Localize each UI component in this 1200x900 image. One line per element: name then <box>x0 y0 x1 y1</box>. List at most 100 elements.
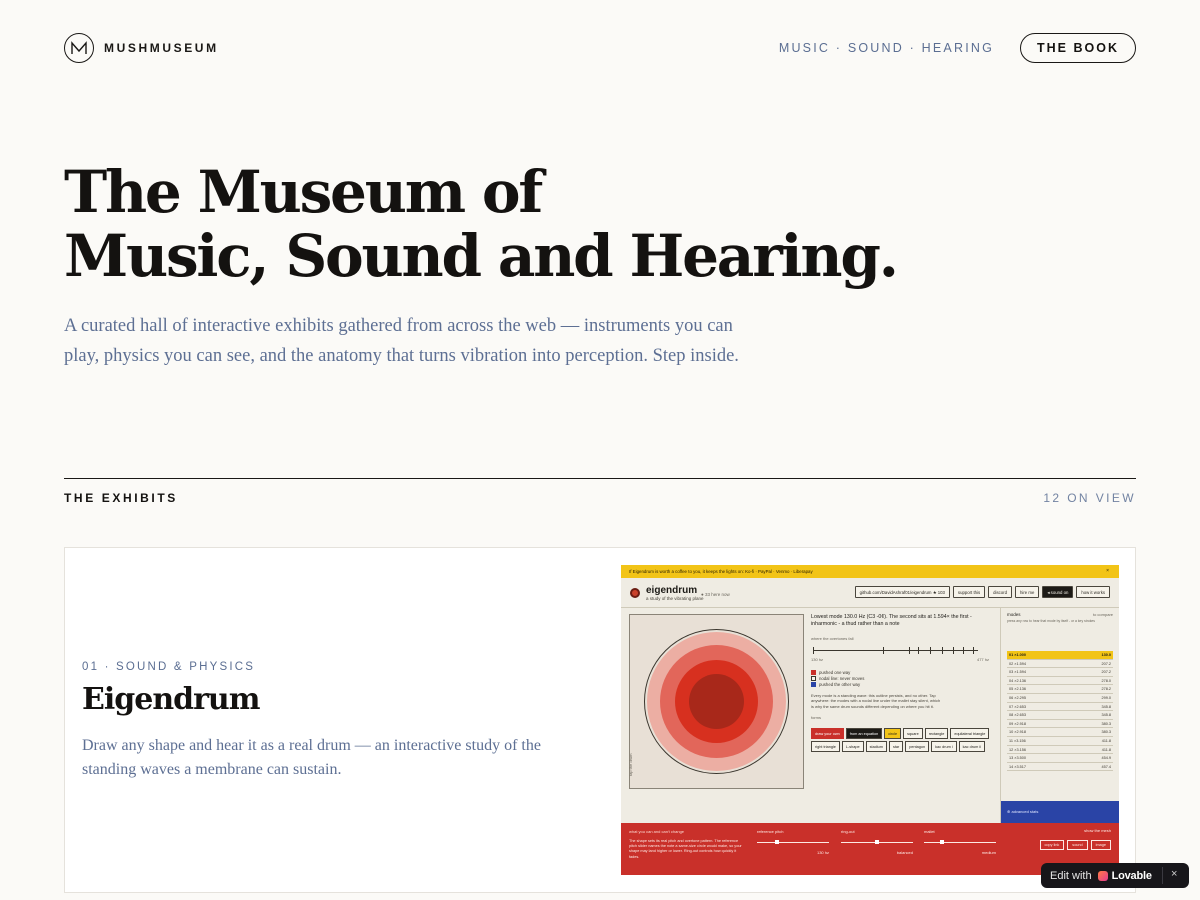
controls-text: The shape sets its real pitch and overto… <box>629 839 742 859</box>
mode-frequency: 278.0 <box>1101 678 1111 683</box>
mode-index-ratio: 10 ×2.918 <box>1009 730 1026 735</box>
mode-frequency: 411.8 <box>1101 738 1111 743</box>
preview-btn: support this <box>952 586 986 598</box>
exhibit-preview-image[interactable]: If Eigendrum is worth a coffee to you, i… <box>621 565 1119 875</box>
edit-with-label[interactable]: Edit with <box>1050 870 1092 882</box>
ruler-tick <box>918 647 919 654</box>
shape-button: equilateral triangle <box>950 727 990 739</box>
edit-with-lovable-badge[interactable]: Edit with Lovable × <box>1041 863 1189 888</box>
ruler-tick <box>973 647 974 654</box>
mode-index-ratio: 14 ×3.517 <box>1009 764 1026 769</box>
exhibit-eyebrow: 01 · SOUND & PHYSICS <box>82 661 256 673</box>
preview-app-subtitle: a study of the vibrating plane <box>646 596 704 601</box>
overtones-label: where the overtones fall <box>811 636 854 641</box>
modes-title: modes <box>1007 612 1021 617</box>
ruler-tick <box>930 647 931 654</box>
preview-drum-canvas: tap the drum <box>628 614 804 789</box>
mode-index-ratio: 09 ×2.918 <box>1009 721 1026 726</box>
ruler-tick <box>813 647 814 654</box>
preview-headline: Lowest mode 130.0 Hz (C3 -0¢). The secon… <box>811 614 972 627</box>
advanced-stats: ⊕ advanced stats <box>1001 801 1119 823</box>
mode-row: 07 ×2.653 345.8 <box>1007 703 1113 712</box>
mode-frequency: 345.8 <box>1101 704 1111 709</box>
preview-btn: discord <box>988 586 1012 598</box>
mode-index-ratio: 13 ×3.500 <box>1009 756 1026 761</box>
image-export-button: image <box>1090 840 1111 850</box>
legend-label: nodal line: never moves <box>819 676 865 681</box>
preview-legend: pushed one way nodal line: never moves p… <box>811 670 996 688</box>
preview-logo-icon <box>630 588 640 598</box>
legend-item: pushed the other way <box>811 682 996 688</box>
preview-banner-close-icon: × <box>1106 568 1109 574</box>
exhibits-label: THE EXHIBITS <box>64 491 178 505</box>
mode-index-ratio: 07 ×2.653 <box>1009 704 1026 709</box>
page-title-line-2: Music, Sound and Hearing. <box>64 222 899 290</box>
shape-button: L-shape <box>841 740 864 752</box>
exhibit-title[interactable]: Eigendrum <box>82 682 260 717</box>
ruler-tick <box>963 647 964 654</box>
mode-row: 08 ×2.653 345.8 <box>1007 711 1113 720</box>
lovable-brand[interactable]: Lovable <box>1112 870 1152 882</box>
shape-button: kac drum i <box>931 740 957 752</box>
mode-index-ratio: 12 ×3.156 <box>1009 747 1026 752</box>
preview-here-now: ● 33 here now <box>701 592 730 597</box>
legend-label: pushed one way <box>819 670 851 675</box>
slider-ring-out: ring-out balanced <box>841 829 913 859</box>
exhibits-header: THE EXHIBITS 12 ON VIEW <box>64 491 1136 505</box>
site-header: MUSHMUSEUM MUSIC · SOUND · HEARING THE B… <box>64 33 1136 63</box>
copy-link-button: copy link <box>1039 840 1065 850</box>
slider-track <box>924 842 996 843</box>
mode-row: 13 ×3.500 454.9 <box>1007 754 1113 763</box>
mode-frequency: 380.3 <box>1101 721 1111 726</box>
mode-frequency: 130.0 <box>1101 653 1111 657</box>
shape-button: stadium <box>865 740 887 752</box>
museum-logo-icon[interactable] <box>64 33 94 63</box>
modes-compare: to compare <box>1092 612 1113 617</box>
ruler-tick <box>883 647 884 654</box>
close-icon[interactable]: × <box>1171 868 1177 880</box>
canvas-label: tap the drum <box>628 753 633 776</box>
page-title: The Museum of Music, Sound and Hearing. <box>64 160 964 288</box>
exhibit-card-eigendrum[interactable]: 01 · SOUND & PHYSICS Eigendrum Draw any … <box>64 547 1136 893</box>
mode-row: 03 ×1.594 207.2 <box>1007 668 1113 677</box>
mode-index-ratio: 01 ×1.000 <box>1009 653 1026 657</box>
mode-frequency: 457.4 <box>1101 764 1111 769</box>
mode-index-ratio: 11 ×3.156 <box>1009 738 1026 743</box>
shape-button: kac drum ii <box>958 740 985 752</box>
preview-toolbar: eigendrum a study of the vibrating plane… <box>621 578 1119 608</box>
shape-button: right triangle <box>811 740 840 752</box>
slider-knob <box>775 840 779 844</box>
mode-row: 14 ×3.517 457.4 <box>1007 763 1113 772</box>
mode-frequency: 278.2 <box>1101 687 1111 692</box>
mode-frequency: 345.8 <box>1101 713 1111 718</box>
legend-label: pushed the other way <box>819 682 861 687</box>
preview-btn: ◂ sound on <box>1042 586 1074 598</box>
mode-index-ratio: 02 ×1.594 <box>1009 661 1026 666</box>
slider-label: reference pitch <box>757 829 784 834</box>
preview-btn: github.com/DavidAshraf01/eigendrum ★ 103 <box>854 586 950 598</box>
preview-banner-text: If Eigendrum is worth a coffee to you, i… <box>629 569 813 574</box>
mode-index-ratio: 06 ×2.295 <box>1009 695 1026 700</box>
ruler-axis-right: 477 hz <box>976 657 989 662</box>
preview-support-banner: If Eigendrum is worth a coffee to you, i… <box>621 565 1119 578</box>
brand[interactable]: MUSHMUSEUM <box>64 33 219 63</box>
preview-info-panel: Lowest mode 130.0 Hz (C3 -0¢). The secon… <box>811 614 996 752</box>
sound-export-button: sound <box>1067 840 1088 850</box>
the-book-button[interactable]: THE BOOK <box>1020 33 1136 63</box>
mode-index-ratio: 04 ×2.136 <box>1009 678 1026 683</box>
slider-value: 130 hz <box>816 850 829 855</box>
brand-name[interactable]: MUSHMUSEUM <box>104 41 219 55</box>
top-nav: MUSIC · SOUND · HEARING THE BOOK <box>779 33 1136 63</box>
mode-frequency: 411.8 <box>1101 747 1111 752</box>
mode-index-ratio: 05 ×2.136 <box>1009 687 1026 692</box>
preview-shape-buttons: draw your own from an equation circle sq… <box>811 727 991 752</box>
preview-toolbar-buttons: github.com/DavidAshraf01/eigendrum ★ 103… <box>854 586 1110 598</box>
mode-row: 06 ×2.295 299.0 <box>1007 694 1113 703</box>
mode-frequency: 207.2 <box>1101 670 1111 675</box>
shape-button: star <box>888 740 904 752</box>
mode-rows: 01 ×1.000 130.0 02 ×1.594 207.2 03 ×1.594 207… <box>1001 651 1119 772</box>
mode-index-ratio: 03 ×1.594 <box>1009 670 1026 675</box>
mode-frequency: 207.2 <box>1101 661 1111 666</box>
badge-divider <box>1162 867 1163 884</box>
slider-value: balanced <box>896 850 913 855</box>
